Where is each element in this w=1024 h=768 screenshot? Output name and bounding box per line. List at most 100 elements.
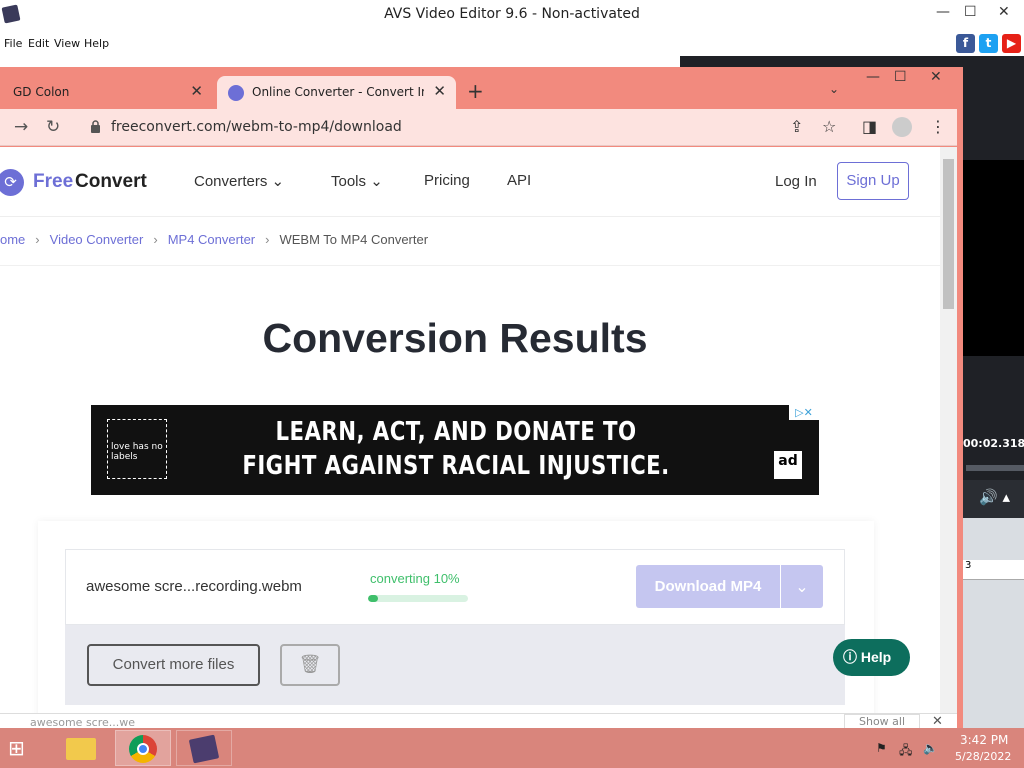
scroll-thumb[interactable]	[943, 159, 954, 309]
avs-timeline-ruler: 3	[963, 560, 1024, 580]
trash-icon[interactable]: 🗑	[280, 644, 340, 686]
breadcrumb: ome › Video Converter › MP4 Converter › WEBM T…	[0, 232, 428, 247]
tab-search-chevron-icon[interactable]: ⌄	[829, 82, 839, 96]
share-icon[interactable]: ⇪	[790, 117, 803, 136]
breadcrumb-separator-icon: ›	[35, 232, 40, 247]
ad-banner[interactable]: love has no labels LEARN, ACT, AND DONAT…	[91, 405, 819, 495]
avs-timeline	[963, 518, 1024, 728]
maximize-icon[interactable]: ☐	[964, 4, 977, 20]
breadcrumb-mp4-converter[interactable]: MP4 Converter	[168, 232, 255, 247]
forward-icon[interactable]: →	[14, 117, 28, 137]
side-panel-icon[interactable]: ◨	[862, 117, 877, 136]
close-icon[interactable]: ✕	[930, 69, 942, 85]
tab-online-converter[interactable]: Online Converter - Convert Imag ✕	[217, 76, 456, 109]
nav-pricing[interactable]: Pricing	[424, 172, 470, 189]
menu-help[interactable]: Help	[84, 37, 109, 50]
address-bar[interactable]: freeconvert.com/webm-to-mp4/download	[111, 119, 402, 135]
facebook-icon[interactable]: f	[956, 34, 975, 53]
ad-line-2: FIGHT AGAINST RACIAL INJUSTICE.	[242, 451, 670, 481]
taskbar-file-explorer[interactable]	[58, 730, 114, 766]
close-tab-icon[interactable]: ✕	[433, 82, 446, 100]
avs-window-title: AVS Video Editor 9.6 - Non-activated	[384, 6, 640, 22]
progress-fill	[368, 595, 378, 602]
breadcrumb-separator-icon: ›	[153, 232, 158, 247]
nav-label: Converters	[194, 173, 268, 190]
tab-gd-colon[interactable]: GD Colon ✕	[0, 76, 213, 109]
page-title: Conversion Results	[262, 315, 648, 361]
breadcrumb-video-converter[interactable]: Video Converter	[50, 232, 144, 247]
new-tab-icon[interactable]: +	[467, 79, 484, 103]
breadcrumb-current: WEBM To MP4 Converter	[279, 232, 429, 247]
ad-headline: LEARN, ACT, AND DONATE TO FIGHT AGAINST …	[239, 415, 674, 483]
windows-start-icon[interactable]: ⊞	[8, 736, 36, 760]
close-icon[interactable]: ✕	[998, 4, 1010, 20]
logo-text-free[interactable]: Free	[33, 171, 73, 193]
freeconvert-logo-icon[interactable]: ⟳	[0, 169, 24, 196]
question-icon: ⓘ	[843, 649, 857, 665]
lock-icon	[91, 120, 100, 133]
folder-icon	[66, 738, 96, 760]
avs-preview-screen	[963, 160, 1024, 356]
help-button[interactable]: ⓘ Help	[833, 639, 910, 676]
breadcrumb-separator-icon: ›	[265, 232, 270, 247]
volume-icon[interactable]: 🔊 ▴	[963, 480, 1024, 518]
close-tab-icon[interactable]: ✕	[190, 82, 203, 100]
chevron-down-icon[interactable]: ⌄	[781, 565, 823, 608]
help-label: Help	[860, 649, 892, 665]
tab-label: Online Converter - Convert Imag	[252, 85, 424, 99]
actions-row: Convert more files 🗑	[65, 625, 845, 705]
reload-icon[interactable]: ↻	[46, 117, 60, 137]
site-header: ⟳ Free Convert Converters ⌄ Tools ⌄ Pric…	[0, 147, 940, 217]
avs-menubar: File Edit View Help	[0, 31, 1024, 56]
divider	[0, 265, 940, 266]
flag-icon[interactable]: ⚑	[876, 741, 887, 755]
avs-titlebar: AVS Video Editor 9.6 - Non-activated — ☐…	[0, 0, 1024, 31]
tab-strip: GD Colon ✕ Online Converter - Convert Im…	[0, 67, 963, 109]
login-link[interactable]: Log In	[775, 173, 817, 190]
conversion-status: converting 10%	[370, 571, 460, 586]
network-icon[interactable]: 🖧	[899, 741, 912, 762]
taskbar: ⊞ ⚑ 🖧 🔈 3:42 PM 5/28/2022	[0, 728, 1024, 768]
download-mp4-button[interactable]: Download MP4	[636, 565, 780, 608]
ad-council-logo: ad	[774, 451, 802, 479]
file-name: awesome scre...recording.webm	[86, 578, 302, 595]
chevron-down-icon: ⌄	[370, 173, 383, 190]
close-icon[interactable]: ✕	[932, 714, 943, 729]
avs-timecode: 00:02.318	[963, 437, 1024, 450]
convert-more-files-button[interactable]: Convert more files	[87, 644, 260, 686]
menu-file[interactable]: File	[4, 37, 22, 50]
ad-line-1: LEARN, ACT, AND DONATE TO	[275, 417, 637, 447]
logo-text-convert[interactable]: Convert	[75, 171, 147, 193]
breadcrumb-home[interactable]: ome	[0, 232, 25, 247]
taskbar-avs-video-editor[interactable]	[176, 730, 232, 766]
youtube-icon[interactable]: ▶	[1002, 34, 1021, 53]
love-has-no-labels-logo: love has no labels	[107, 419, 167, 479]
freeconvert-favicon-icon	[228, 85, 244, 101]
signup-button[interactable]: Sign Up	[837, 162, 909, 200]
nav-api[interactable]: API	[507, 172, 531, 189]
nav-tools[interactable]: Tools ⌄	[331, 172, 383, 190]
ad-choices-icon[interactable]: ▷✕	[789, 405, 819, 420]
page-scrollbar[interactable]: ▼	[940, 147, 957, 730]
taskbar-chrome[interactable]	[115, 730, 171, 766]
chevron-down-icon: ⌄	[271, 173, 285, 190]
tab-label: GD Colon	[13, 85, 70, 99]
minimize-icon[interactable]: —	[936, 4, 950, 20]
progress-bar	[368, 595, 468, 602]
menu-edit[interactable]: Edit	[28, 37, 49, 50]
menu-kebab-icon[interactable]: ⋮	[930, 117, 946, 136]
web-page: ⟳ Free Convert Converters ⌄ Tools ⌄ Pric…	[0, 147, 940, 730]
profile-avatar-icon[interactable]	[892, 117, 912, 137]
clock-time[interactable]: 3:42 PM	[960, 733, 1008, 747]
twitter-icon[interactable]: t	[979, 34, 998, 53]
menu-view[interactable]: View	[54, 37, 80, 50]
speaker-muted-icon[interactable]: 🔈	[923, 741, 938, 755]
bookmark-star-icon[interactable]: ☆	[822, 117, 836, 136]
clock-date[interactable]: 5/28/2022	[955, 750, 1011, 763]
minimize-icon[interactable]: —	[866, 69, 880, 85]
file-row: awesome scre...recording.webm converting…	[65, 549, 845, 625]
avs-seek-slider[interactable]	[966, 465, 1024, 471]
maximize-icon[interactable]: ☐	[894, 69, 907, 85]
nav-label: Tools	[331, 173, 367, 190]
nav-converters[interactable]: Converters ⌄	[194, 172, 284, 190]
